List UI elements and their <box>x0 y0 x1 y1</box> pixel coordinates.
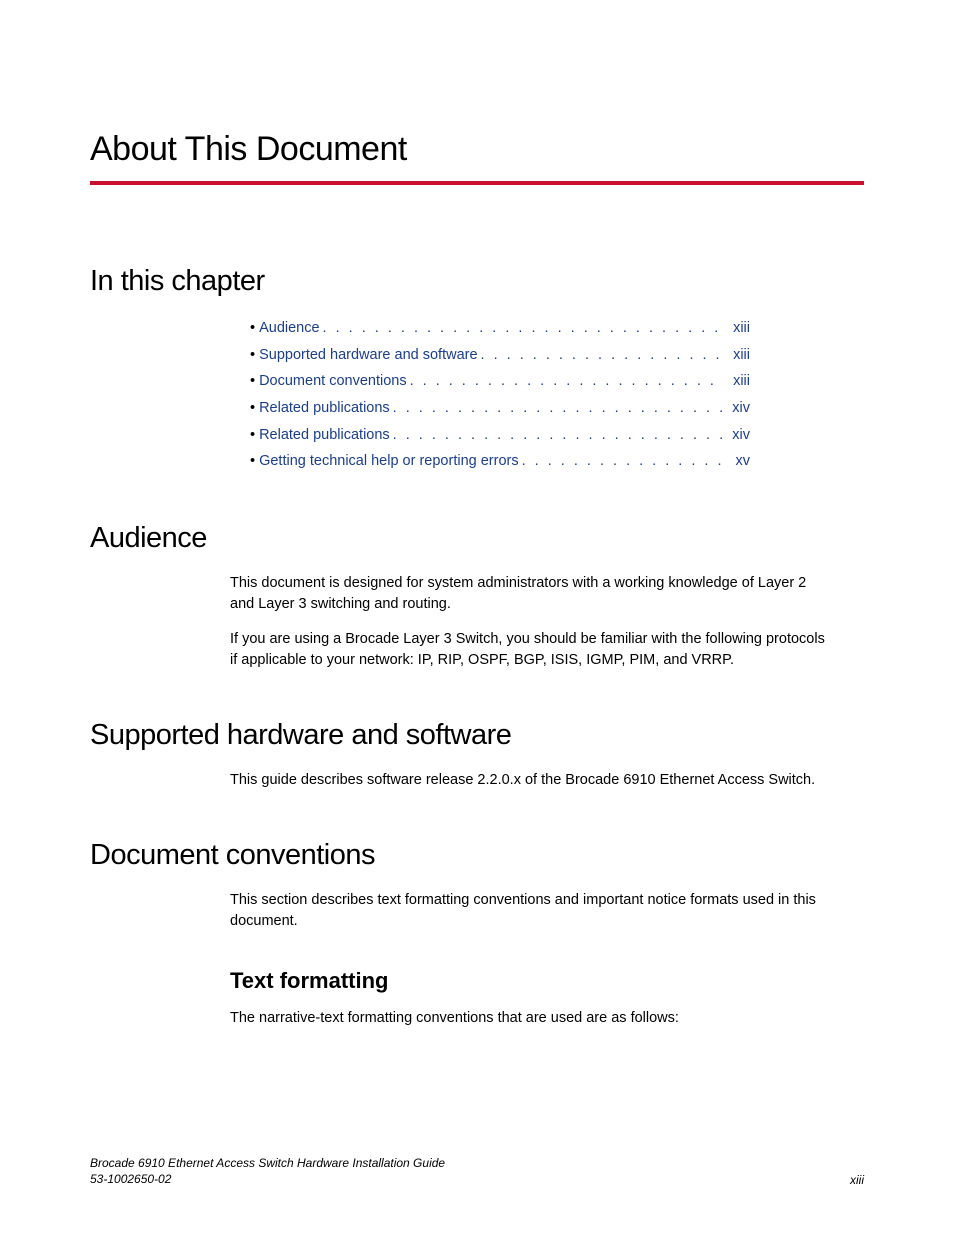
toc-page: xiii <box>722 316 750 341</box>
toc-page: xiii <box>722 369 750 394</box>
toc-item[interactable]: • Document conventions . . . . . . . . .… <box>250 369 750 394</box>
footer-docnum: 53-1002650-02 <box>90 1171 445 1187</box>
toc-leader: . . . . . . . . . . . . . . . . . . . . … <box>478 343 722 368</box>
toc-leader: . . . . . . . . . . . . . . . . . . . . … <box>519 449 722 474</box>
subheading-text-formatting: Text formatting <box>230 968 864 994</box>
toc-page: xv <box>722 449 750 474</box>
page-footer: Brocade 6910 Ethernet Access Switch Hard… <box>90 1155 864 1187</box>
bullet-icon: • <box>250 423 255 448</box>
body-paragraph: This guide describes software release 2.… <box>230 770 834 791</box>
heading-supported: Supported hardware and software <box>90 719 864 752</box>
toc-page: xiii <box>722 343 750 368</box>
body-paragraph: The narrative-text formatting convention… <box>230 1008 834 1029</box>
heading-in-this-chapter: In this chapter <box>90 265 864 298</box>
toc-link[interactable]: Getting technical help or reporting erro… <box>259 449 519 474</box>
body-paragraph: If you are using a Brocade Layer 3 Switc… <box>230 629 834 671</box>
toc-leader: . . . . . . . . . . . . . . . . . . . . … <box>407 369 722 394</box>
toc-page: xiv <box>722 396 750 421</box>
toc-link[interactable]: Supported hardware and software <box>259 343 477 368</box>
toc-link[interactable]: Related publications <box>259 423 390 448</box>
heading-audience: Audience <box>90 522 864 555</box>
toc-list: • Audience . . . . . . . . . . . . . . .… <box>250 316 864 474</box>
bullet-icon: • <box>250 316 255 341</box>
toc-link[interactable]: Document conventions <box>259 369 407 394</box>
bullet-icon: • <box>250 343 255 368</box>
page-title: About This Document <box>90 130 864 169</box>
title-rule <box>90 181 864 185</box>
toc-link[interactable]: Related publications <box>259 396 390 421</box>
toc-leader: . . . . . . . . . . . . . . . . . . . . … <box>320 316 722 341</box>
bullet-icon: • <box>250 369 255 394</box>
footer-page-number: xiii <box>850 1173 864 1187</box>
toc-item[interactable]: • Related publications . . . . . . . . .… <box>250 396 750 421</box>
footer-left: Brocade 6910 Ethernet Access Switch Hard… <box>90 1155 445 1187</box>
toc-item[interactable]: • Getting technical help or reporting er… <box>250 449 750 474</box>
toc-item[interactable]: • Audience . . . . . . . . . . . . . . .… <box>250 316 750 341</box>
toc-link[interactable]: Audience <box>259 316 319 341</box>
bullet-icon: • <box>250 449 255 474</box>
body-paragraph: This section describes text formatting c… <box>230 890 834 932</box>
body-paragraph: This document is designed for system adm… <box>230 573 834 615</box>
toc-item[interactable]: • Supported hardware and software . . . … <box>250 343 750 368</box>
toc-leader: . . . . . . . . . . . . . . . . . . . . … <box>390 423 722 448</box>
toc-leader: . . . . . . . . . . . . . . . . . . . . … <box>390 396 722 421</box>
toc-item[interactable]: • Related publications . . . . . . . . .… <box>250 423 750 448</box>
footer-title: Brocade 6910 Ethernet Access Switch Hard… <box>90 1155 445 1171</box>
toc-page: xiv <box>722 423 750 448</box>
heading-conventions: Document conventions <box>90 839 864 872</box>
bullet-icon: • <box>250 396 255 421</box>
